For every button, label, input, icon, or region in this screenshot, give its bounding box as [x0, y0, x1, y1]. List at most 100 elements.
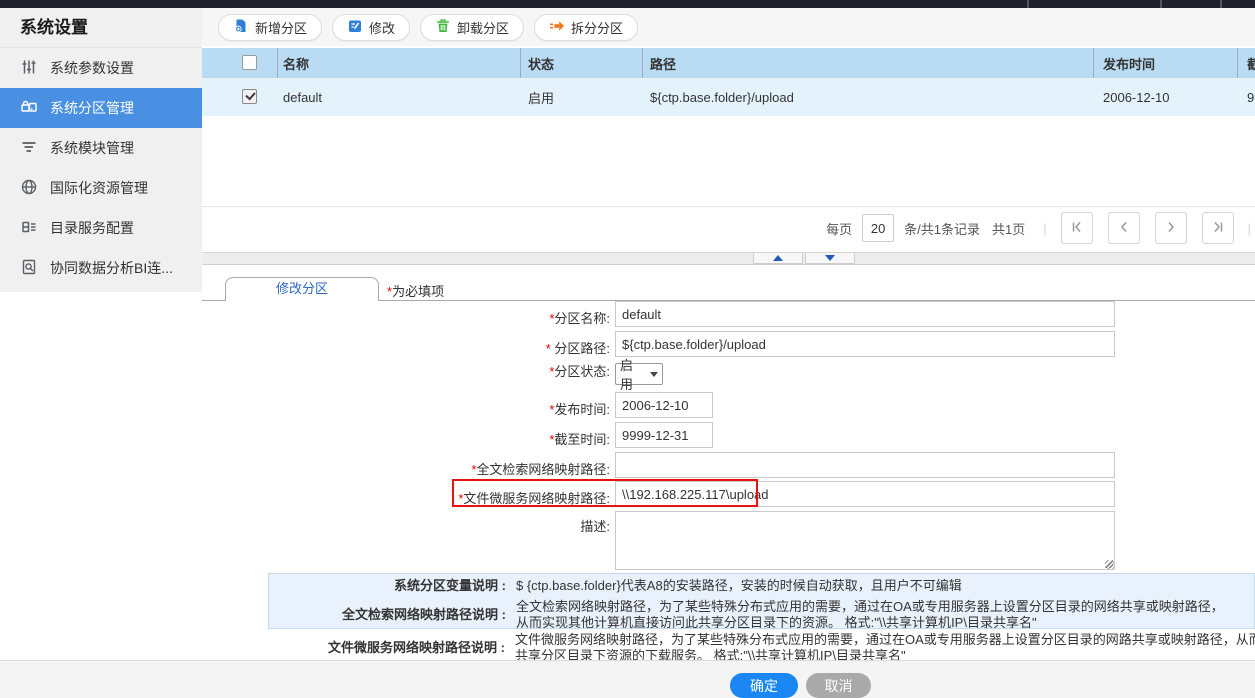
form-footer: 确定 取消 [0, 660, 1255, 698]
modules-lines-icon [20, 138, 38, 159]
sidebar-item-i18n-resources[interactable]: 国际化资源管理 [0, 168, 202, 208]
collapse-down-icon [825, 255, 835, 261]
end-date-input[interactable] [615, 422, 713, 448]
sidebar-item-label: 系统分区管理 [50, 98, 134, 118]
next-page-button[interactable] [1155, 212, 1187, 244]
fulltext-network-path-input[interactable] [615, 452, 1115, 478]
system-settings-window: 系统设置 系统参数设置 系统分区管理 系统模块管理 国际化资源管理 [0, 0, 1255, 698]
field-label-microservice-network-path: *文件微服务网络映射路径: [312, 486, 610, 512]
collapse-up-icon [773, 255, 783, 261]
globe-icon [20, 178, 38, 199]
table-row[interactable]: default 启用 ${ctp.base.folder}/upload 200… [202, 78, 1255, 116]
page-title: 系统设置 [0, 8, 202, 48]
note-text: 文件微服务网络映射路径，为了某些特殊分布式应用的需要，通过在OA或专用服务器上设… [515, 632, 1255, 660]
note-label: 系统分区变量说明 : [269, 578, 506, 594]
partition-lock-icon [20, 98, 38, 119]
last-page-button[interactable] [1202, 212, 1234, 244]
settings-sidebar: 系统设置 系统参数设置 系统分区管理 系统模块管理 国际化资源管理 [0, 8, 202, 292]
ok-button[interactable]: 确定 [730, 673, 798, 698]
partition-toolbar: 新增分区 修改 卸载分区 拆分分区 [202, 8, 1255, 46]
trash-icon [435, 18, 451, 37]
collapse-down-button[interactable] [805, 253, 855, 264]
per-page-label: 每页 [826, 219, 852, 238]
prev-page-icon [1118, 221, 1130, 236]
pages-count-label: 共1页 [992, 219, 1025, 238]
top-bar-divider [1160, 0, 1162, 8]
button-label: 新增分区 [255, 18, 307, 37]
note-text: $ {ctp.base.folder}代表A8的安装路径，安装的时候自动获取，且… [516, 578, 1236, 594]
sidebar-item-directory-service[interactable]: 目录服务配置 [0, 208, 202, 248]
cell-publish-date: 2006-12-10 [1103, 78, 1170, 116]
field-label-end-date: *截至时间: [312, 427, 610, 453]
sidebar-item-label: 目录服务配置 [50, 218, 134, 238]
field-label-partition-status: *分区状态: [312, 361, 610, 383]
sidebar-item-label: 国际化资源管理 [50, 178, 148, 198]
note-text: 全文检索网络映射路径，为了某些特殊分布式应用的需要，通过在OA或专用服务器上设置… [516, 599, 1236, 629]
button-label: 卸载分区 [457, 18, 509, 37]
partition-status-select[interactable]: 启用 [615, 363, 663, 385]
column-header-status[interactable]: 状态 [528, 48, 554, 78]
first-page-button[interactable] [1061, 212, 1093, 244]
sidebar-item-system-params[interactable]: 系统参数设置 [0, 48, 202, 88]
sidebar-item-system-modules[interactable]: 系统模块管理 [0, 128, 202, 168]
partition-table-header: 名称 状态 路径 发布时间 截至时间 [202, 48, 1255, 78]
column-header-publish-date[interactable]: 发布时间 [1103, 48, 1155, 78]
add-document-icon [233, 18, 249, 37]
collapse-up-button[interactable] [753, 253, 803, 264]
column-header-end-date[interactable]: 截至时间 [1247, 48, 1255, 78]
directory-list-icon [20, 218, 38, 239]
top-bar-divider [1027, 0, 1029, 8]
per-page-input[interactable] [862, 214, 894, 242]
note-row-microservice-explain: 文件微服务网络映射路径说明 : 文件微服务网络映射路径，为了某些特殊分布式应用的… [268, 632, 1255, 660]
modify-partition-form: 修改分区 *为必填项 *分区名称: * 分区路径: *分区状态: 启用 *发布时… [202, 266, 1255, 660]
partition-name-input[interactable] [615, 301, 1115, 327]
panel-splitter[interactable] [202, 252, 1255, 265]
note-row-fulltext-explain: 全文检索网络映射路径说明 : 全文检索网络映射路径，为了某些特殊分布式应用的需要… [269, 599, 1254, 629]
bi-search-doc-icon [20, 258, 38, 279]
pager-divider: | [1043, 221, 1046, 236]
edit-icon [347, 18, 363, 37]
description-textarea[interactable] [615, 511, 1115, 570]
cell-name: default [283, 78, 322, 116]
sliders-icon [20, 58, 38, 79]
sidebar-item-label: 系统模块管理 [50, 138, 134, 158]
sidebar-item-label: 系统参数设置 [50, 58, 134, 78]
publish-date-input[interactable] [615, 392, 713, 418]
column-header-path[interactable]: 路径 [650, 48, 676, 78]
cell-status: 启用 [528, 78, 554, 116]
note-row-variable-explain: 系统分区变量说明 : $ {ctp.base.folder}代表A8的安装路径，… [269, 578, 1254, 594]
sidebar-item-partition-management[interactable]: 系统分区管理 [0, 88, 202, 128]
tab-modify-partition[interactable]: 修改分区 [225, 277, 379, 301]
row-checkbox[interactable] [242, 89, 257, 104]
note-label: 全文检索网络映射路径说明 : [269, 607, 506, 623]
notes-box: 系统分区变量说明 : $ {ctp.base.folder}代表A8的安装路径，… [268, 573, 1255, 629]
add-partition-button[interactable]: 新增分区 [218, 14, 322, 41]
cancel-button[interactable]: 取消 [806, 673, 871, 698]
top-bar-divider [1220, 0, 1222, 8]
prev-page-button[interactable] [1108, 212, 1140, 244]
last-page-icon [1212, 221, 1224, 236]
first-page-icon [1071, 221, 1083, 236]
split-arrow-icon [549, 18, 565, 37]
field-label-publish-date: *发布时间: [312, 397, 610, 423]
chevron-down-icon [650, 372, 658, 377]
note-label: 文件微服务网络映射路径说明 : [268, 640, 505, 656]
cell-end-date: 9999-12-31 [1247, 78, 1255, 116]
column-header-name[interactable]: 名称 [283, 48, 309, 78]
button-label: 拆分分区 [571, 18, 623, 37]
field-label-partition-name: *分区名称: [312, 306, 610, 332]
microservice-network-path-input[interactable] [615, 481, 1115, 507]
partition-path-input[interactable] [615, 331, 1115, 357]
field-label-description: 描述: [312, 514, 610, 540]
sidebar-item-label: 协同数据分析BI连... [50, 258, 173, 278]
next-page-icon [1165, 221, 1177, 236]
modify-button[interactable]: 修改 [332, 14, 410, 41]
records-count-label: 条/共1条记录 [904, 219, 980, 238]
unload-partition-button[interactable]: 卸载分区 [420, 14, 524, 41]
split-partition-button[interactable]: 拆分分区 [534, 14, 638, 41]
cell-path: ${ctp.base.folder}/upload [650, 78, 794, 116]
sidebar-item-bi-connector[interactable]: 协同数据分析BI连... [0, 248, 202, 288]
select-all-checkbox[interactable] [242, 55, 257, 70]
pagination-bar: 每页 条/共1条记录 共1页 | | [202, 206, 1255, 250]
selected-status-value: 启用 [620, 355, 645, 393]
